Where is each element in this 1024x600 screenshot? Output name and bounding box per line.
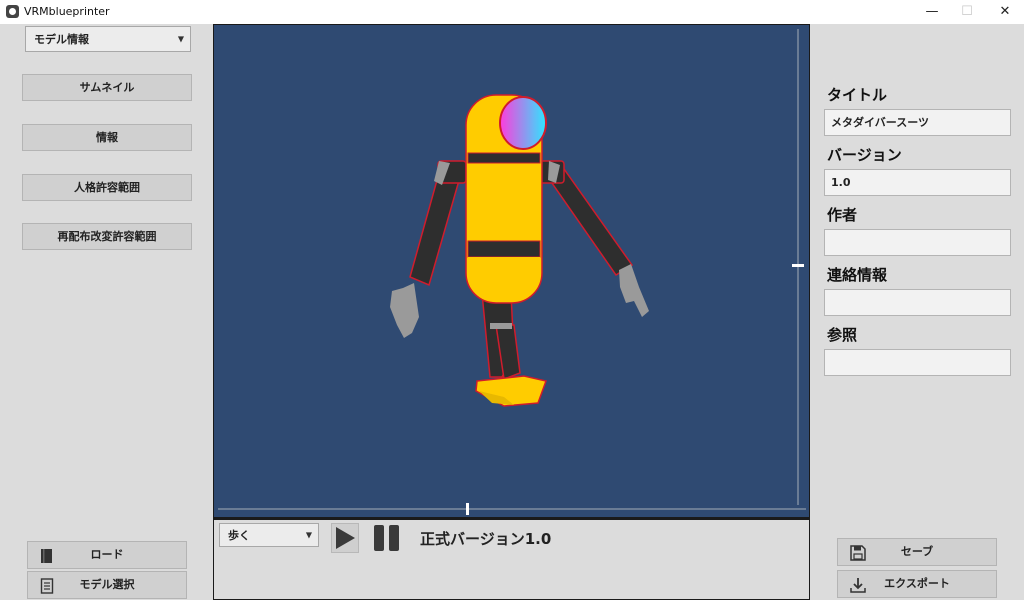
model-info-dropdown-value: モデル情報 [34, 33, 89, 46]
save-button[interactable]: セーブ [837, 538, 997, 566]
avatar-model-render [390, 94, 649, 407]
export-button-label: エクスポート [884, 577, 950, 590]
title-bar: VRMblueprinter — ☐ ✕ [0, 0, 1024, 24]
animation-dropdown-value: 歩く [228, 529, 250, 542]
model-viewport[interactable] [213, 24, 810, 518]
load-button[interactable]: ロード [27, 541, 187, 569]
window-title: VRMblueprinter [24, 5, 110, 18]
reference-field-label: 参照 [827, 326, 858, 344]
pause-icon [374, 525, 399, 551]
pause-button[interactable] [372, 523, 402, 553]
author-field-label: 作者 [827, 206, 858, 224]
title-field-label: タイトル [827, 86, 888, 104]
app-logo-icon [6, 5, 19, 18]
author-field[interactable] [824, 229, 1011, 256]
vertical-rotation-slider-track[interactable] [797, 29, 799, 505]
thumbnail-button[interactable]: サムネイル [22, 74, 192, 101]
avatar-right-arm [537, 160, 649, 317]
avatar-visor [499, 96, 547, 150]
redistribution-permission-button[interactable]: 再配布改変許容範囲 [22, 223, 192, 250]
chevron-down-icon: ▼ [177, 34, 184, 44]
model-info-dropdown[interactable]: モデル情報 ▼ [25, 26, 191, 52]
title-field[interactable]: メタダイバースーツ [824, 109, 1011, 136]
left-sidebar: モデル情報 ▼ サムネイル 情報 人格許容範囲 再配布改変許容範囲 ロード モデ… [0, 24, 213, 600]
avatar-left-arm [390, 160, 467, 338]
info-button[interactable]: 情報 [22, 124, 192, 151]
right-sidebar: タイトル メタダイバースーツ バージョン 1.0 作者 連絡情報 参照 セーブ … [810, 24, 1024, 600]
close-button[interactable]: ✕ [988, 0, 1022, 24]
load-button-label: ロード [90, 548, 124, 561]
personality-permission-button[interactable]: 人格許容範囲 [22, 174, 192, 201]
save-button-label: セーブ [900, 545, 934, 558]
version-field-label: バージョン [827, 146, 902, 164]
play-icon [336, 527, 355, 549]
model-select-button-label: モデル選択 [79, 578, 135, 591]
maximize-button[interactable]: ☐ [950, 0, 984, 24]
contact-field[interactable] [824, 289, 1011, 316]
export-button[interactable]: エクスポート [837, 570, 997, 598]
play-button[interactable] [331, 523, 359, 553]
reference-field[interactable] [824, 349, 1011, 376]
official-version-label: 正式バージョン1.0 [420, 530, 552, 548]
minimize-button[interactable]: — [915, 0, 949, 24]
version-field[interactable]: 1.0 [824, 169, 1011, 196]
horizontal-rotation-slider-handle[interactable] [466, 503, 469, 515]
model-select-button[interactable]: モデル選択 [27, 571, 187, 599]
animation-bar: 歩く ▼ 正式バージョン1.0 [213, 518, 810, 600]
chevron-down-icon: ▼ [305, 530, 312, 540]
vertical-rotation-slider-handle[interactable] [792, 264, 804, 267]
horizontal-rotation-slider-track[interactable] [218, 508, 806, 510]
animation-dropdown[interactable]: 歩く ▼ [219, 523, 319, 547]
contact-field-label: 連絡情報 [827, 266, 888, 284]
avatar-legs [475, 292, 547, 407]
